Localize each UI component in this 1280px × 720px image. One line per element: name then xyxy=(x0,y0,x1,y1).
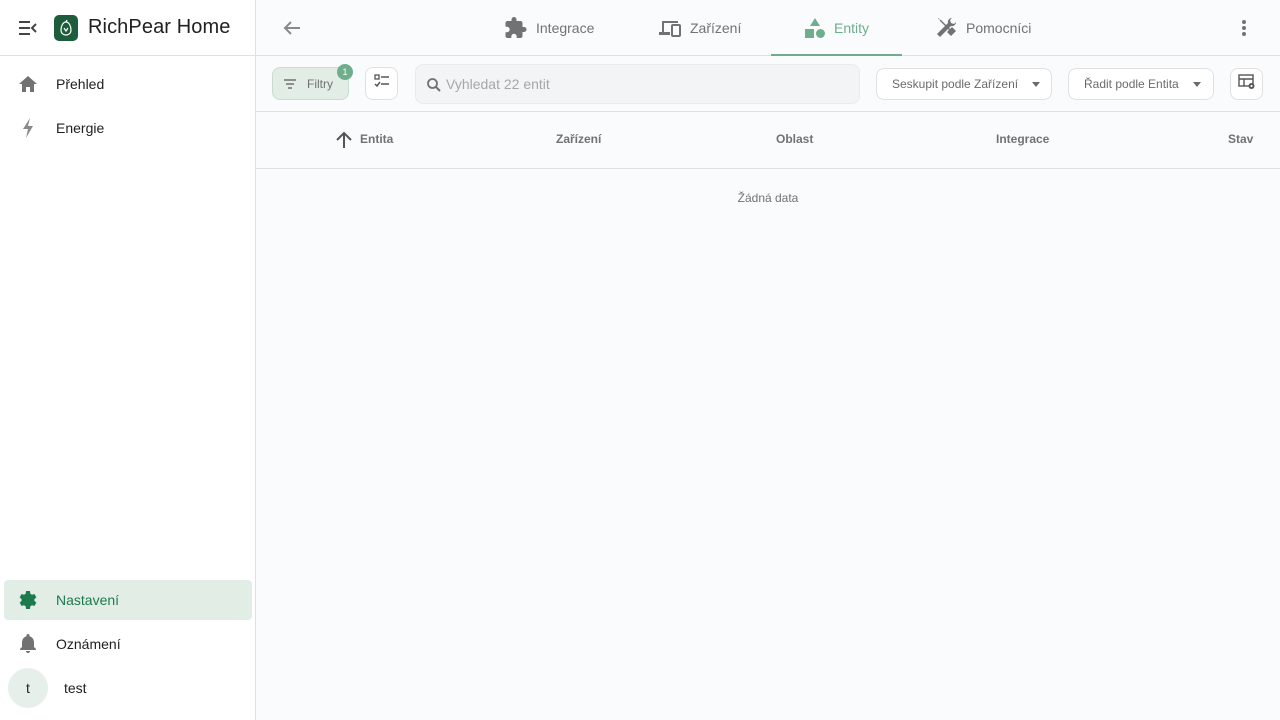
column-header-zarizeni[interactable]: Zařízení xyxy=(556,132,601,146)
tab-label: Pomocníci xyxy=(966,20,1032,36)
filters-label: Filtry xyxy=(307,77,333,91)
filters-count-badge: 1 xyxy=(337,64,353,80)
avatar[interactable]: t xyxy=(8,668,48,708)
table-header: Entita Zařízení Oblast Integrace Stav xyxy=(256,112,1280,169)
selection-mode-button[interactable] xyxy=(365,67,398,100)
sidebar-item-label: Energie xyxy=(56,120,105,136)
lightning-icon xyxy=(16,116,40,140)
sidebar-item-oznameni[interactable]: Oznámení xyxy=(4,624,252,664)
sidebar-item-nastaveni[interactable]: Nastavení xyxy=(4,580,252,620)
sidebar-item-label: Oznámení xyxy=(56,636,121,652)
tab-integrace[interactable]: Integrace xyxy=(504,0,594,56)
tab-zarizeni[interactable]: Zařízení xyxy=(658,0,741,56)
tab-entity[interactable]: Entity xyxy=(771,0,902,56)
gear-icon xyxy=(16,588,40,612)
bell-icon xyxy=(16,632,40,656)
toolbar: Filtry 1 Seskupit podle Zařízení Řadit p… xyxy=(256,56,1280,112)
empty-state-message: Žádná data xyxy=(737,191,799,205)
menu-toggle-icon[interactable] xyxy=(16,16,40,40)
home-icon xyxy=(16,72,40,96)
arrow-up-icon[interactable] xyxy=(334,130,354,150)
chevron-down-icon xyxy=(1032,82,1040,87)
sidebar-item-label: Nastavení xyxy=(56,592,120,608)
back-arrow-icon[interactable] xyxy=(280,16,304,40)
tab-pomocnici[interactable]: Pomocníci xyxy=(934,0,1031,56)
chevron-down-icon xyxy=(1193,82,1201,87)
group-by-dropdown[interactable]: Seskupit podle Zařízení xyxy=(876,68,1052,100)
app-title: RichPear Home xyxy=(88,16,231,38)
sidebar-item-label: Přehled xyxy=(56,76,105,92)
top-bar: Integrace Zařízení Entity Pomocníci xyxy=(256,0,1280,56)
user-name[interactable]: test xyxy=(64,680,87,696)
column-settings-button[interactable] xyxy=(1230,68,1263,100)
filter-icon xyxy=(282,76,298,92)
sidebar-item-energie[interactable]: Energie xyxy=(4,108,252,148)
column-header-stav[interactable]: Stav xyxy=(1228,132,1253,146)
column-header-integrace[interactable]: Integrace xyxy=(996,132,1049,146)
tools-icon xyxy=(934,16,958,40)
devices-icon xyxy=(658,16,682,40)
table-cog-icon xyxy=(1237,73,1256,95)
checklist-icon xyxy=(373,74,390,93)
search-icon xyxy=(426,77,442,93)
tab-label: Entity xyxy=(834,20,870,36)
column-header-entita[interactable]: Entita xyxy=(360,132,393,146)
sidebar: RichPear Home Přehled Energie Nastavení … xyxy=(0,0,256,720)
column-header-oblast[interactable]: Oblast xyxy=(776,132,813,146)
sort-by-label: Řadit podle Entita xyxy=(1084,77,1179,91)
app-logo xyxy=(54,15,78,41)
tab-label: Integrace xyxy=(536,20,595,36)
search-input[interactable] xyxy=(446,65,851,103)
puzzle-icon xyxy=(504,16,528,40)
more-vertical-icon[interactable] xyxy=(1232,16,1256,40)
shapes-icon xyxy=(804,16,826,40)
sidebar-item-prehled[interactable]: Přehled xyxy=(4,64,252,104)
sidebar-header: RichPear Home xyxy=(0,0,255,56)
sort-by-dropdown[interactable]: Řadit podle Entita xyxy=(1068,68,1214,100)
group-by-label: Seskupit podle Zařízení xyxy=(892,77,1019,91)
tab-label: Zařízení xyxy=(690,20,742,36)
search-box xyxy=(415,64,860,104)
